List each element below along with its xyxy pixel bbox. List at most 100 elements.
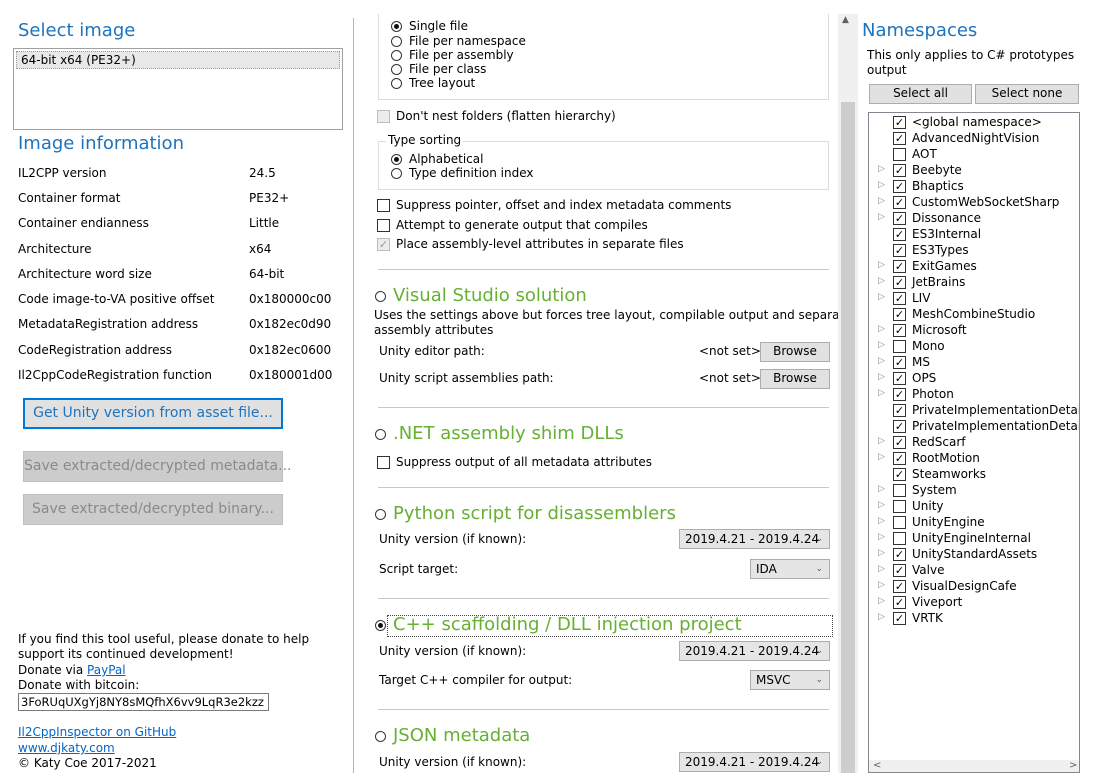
cpp-scaffolding-radio[interactable]: [375, 620, 386, 631]
namespace-tree[interactable]: <global namespace> AdvancedNightVision AOT…: [868, 112, 1080, 773]
python-unity-version-dropdown[interactable]: 2019.4.21 - 2019.4.24 ⌄: [679, 529, 830, 549]
namespace-checkbox[interactable]: [893, 276, 906, 289]
dont-nest-checkbox[interactable]: [377, 110, 390, 123]
expand-chevron-icon[interactable]: ▷: [878, 212, 885, 222]
namespace-checkbox[interactable]: [893, 388, 906, 401]
namespace-checkbox[interactable]: [893, 548, 906, 561]
python-script-radio[interactable]: [375, 509, 386, 520]
select-none-button[interactable]: Select none: [975, 84, 1079, 104]
namespace-item[interactable]: ▷ Valve: [869, 563, 1079, 579]
expand-chevron-icon[interactable]: ▷: [878, 484, 885, 494]
vs-solution-radio[interactable]: [375, 291, 386, 302]
namespace-item[interactable]: ▷ UnityStandardAssets: [869, 547, 1079, 563]
image-list-item[interactable]: 64-bit x64 (PE32+): [16, 51, 340, 69]
expand-chevron-icon[interactable]: ▷: [878, 596, 885, 606]
website-link[interactable]: www.djkaty.com: [18, 741, 115, 755]
namespace-checkbox[interactable]: [893, 580, 906, 593]
expand-chevron-icon[interactable]: ▷: [878, 164, 885, 174]
cs-option-checkbox[interactable]: [377, 219, 390, 232]
namespace-item[interactable]: AOT: [869, 147, 1079, 163]
shim-dll-radio[interactable]: [375, 429, 386, 440]
namespace-item[interactable]: ▷ OPS: [869, 371, 1079, 387]
namespace-checkbox[interactable]: [893, 340, 906, 353]
layout-option-radio[interactable]: [391, 78, 402, 89]
expand-chevron-icon[interactable]: ▷: [878, 372, 885, 382]
namespace-checkbox[interactable]: [893, 292, 906, 305]
get-unity-version-button[interactable]: Get Unity version from asset file...: [23, 398, 283, 429]
namespace-item[interactable]: ▷ Dissonance: [869, 211, 1079, 227]
expand-chevron-icon[interactable]: ▷: [878, 292, 885, 302]
expand-chevron-icon[interactable]: ▷: [878, 196, 885, 206]
expand-chevron-icon[interactable]: ▷: [878, 276, 885, 286]
script-target-dropdown[interactable]: IDA ⌄: [750, 559, 830, 579]
layout-option-radio[interactable]: [391, 21, 402, 32]
namespace-item[interactable]: ▷ Viveport: [869, 595, 1079, 611]
namespace-checkbox[interactable]: [893, 532, 906, 545]
expand-chevron-icon[interactable]: ▷: [878, 532, 885, 542]
github-link[interactable]: Il2CppInspector on GitHub: [18, 725, 176, 739]
cs-option-checkbox[interactable]: [377, 238, 390, 251]
expand-chevron-icon[interactable]: ▷: [878, 612, 885, 622]
layout-option-radio[interactable]: [391, 64, 402, 75]
namespace-item[interactable]: ▷ VRTK: [869, 611, 1079, 627]
cpp-compiler-dropdown[interactable]: MSVC ⌄: [750, 670, 830, 690]
namespace-checkbox[interactable]: [893, 436, 906, 449]
namespace-checkbox[interactable]: [893, 212, 906, 225]
namespace-checkbox[interactable]: [893, 180, 906, 193]
namespace-checkbox[interactable]: [893, 564, 906, 577]
namespace-checkbox[interactable]: [893, 420, 906, 433]
namespace-item[interactable]: ▷ ExitGames: [869, 259, 1079, 275]
namespace-item[interactable]: PrivateImplementationDetails: [869, 419, 1079, 435]
namespace-checkbox[interactable]: [893, 372, 906, 385]
namespace-checkbox[interactable]: [893, 196, 906, 209]
namespace-item[interactable]: <global namespace>: [869, 115, 1079, 131]
expand-chevron-icon[interactable]: ▷: [878, 580, 885, 590]
sort-option-radio[interactable]: [391, 168, 402, 179]
namespace-checkbox[interactable]: [893, 356, 906, 369]
namespace-checkbox[interactable]: [893, 468, 906, 481]
namespace-checkbox[interactable]: [893, 308, 906, 321]
json-unity-version-dropdown[interactable]: 2019.4.21 - 2019.4.24 ⌄: [679, 752, 830, 772]
tree-horizontal-scrollbar[interactable]: < >: [869, 760, 1079, 772]
namespace-checkbox[interactable]: [893, 404, 906, 417]
namespace-item[interactable]: ▷ Photon: [869, 387, 1079, 403]
expand-chevron-icon[interactable]: ▷: [878, 452, 885, 462]
namespace-checkbox[interactable]: [893, 516, 906, 529]
expand-chevron-icon[interactable]: ▷: [878, 180, 885, 190]
namespace-item[interactable]: ▷ UnityEngine: [869, 515, 1079, 531]
namespace-checkbox[interactable]: [893, 244, 906, 257]
expand-chevron-icon[interactable]: ▷: [878, 356, 885, 366]
scroll-right-icon[interactable]: >: [1069, 760, 1077, 771]
expand-chevron-icon[interactable]: ▷: [878, 324, 885, 334]
suppress-metadata-attributes-checkbox[interactable]: [377, 456, 390, 469]
namespace-item[interactable]: ▷ JetBrains: [869, 275, 1079, 291]
namespace-checkbox[interactable]: [893, 324, 906, 337]
namespace-item[interactable]: ES3Types: [869, 243, 1079, 259]
namespace-item[interactable]: ▷ UnityEngineInternal: [869, 531, 1079, 547]
expand-chevron-icon[interactable]: ▷: [878, 516, 885, 526]
namespace-checkbox[interactable]: [893, 484, 906, 497]
layout-option-radio[interactable]: [391, 50, 402, 61]
expand-chevron-icon[interactable]: ▷: [878, 260, 885, 270]
namespace-item[interactable]: ▷ Microsoft: [869, 323, 1079, 339]
namespace-item[interactable]: ▷ Mono: [869, 339, 1079, 355]
namespace-checkbox[interactable]: [893, 612, 906, 625]
namespace-item[interactable]: ▷ MS: [869, 355, 1079, 371]
namespace-item[interactable]: AdvancedNightVision: [869, 131, 1079, 147]
namespace-item[interactable]: ▷ VisualDesignCafe: [869, 579, 1079, 595]
unity-assemblies-browse-button[interactable]: Browse: [760, 369, 830, 389]
scroll-left-icon[interactable]: <: [873, 760, 881, 771]
sort-option-radio[interactable]: [391, 154, 402, 165]
namespace-checkbox[interactable]: [893, 260, 906, 273]
scroll-up-icon[interactable]: ▲: [842, 15, 849, 25]
namespace-item[interactable]: MeshCombineStudio: [869, 307, 1079, 323]
namespace-item[interactable]: Steamworks: [869, 467, 1079, 483]
expand-chevron-icon[interactable]: ▷: [878, 388, 885, 398]
save-binary-button[interactable]: Save extracted/decrypted binary...: [23, 494, 283, 525]
namespace-item[interactable]: ▷ Bhaptics: [869, 179, 1079, 195]
namespace-item[interactable]: ES3Internal: [869, 227, 1079, 243]
namespace-item[interactable]: ▷ Beebyte: [869, 163, 1079, 179]
middle-scrollbar[interactable]: ▲: [838, 14, 858, 773]
bitcoin-address-field[interactable]: 3FoRUqUXgYj8NY8sMQfhX6vv9LqR3e2kzz: [18, 693, 269, 711]
paypal-link[interactable]: PayPal: [87, 663, 126, 677]
